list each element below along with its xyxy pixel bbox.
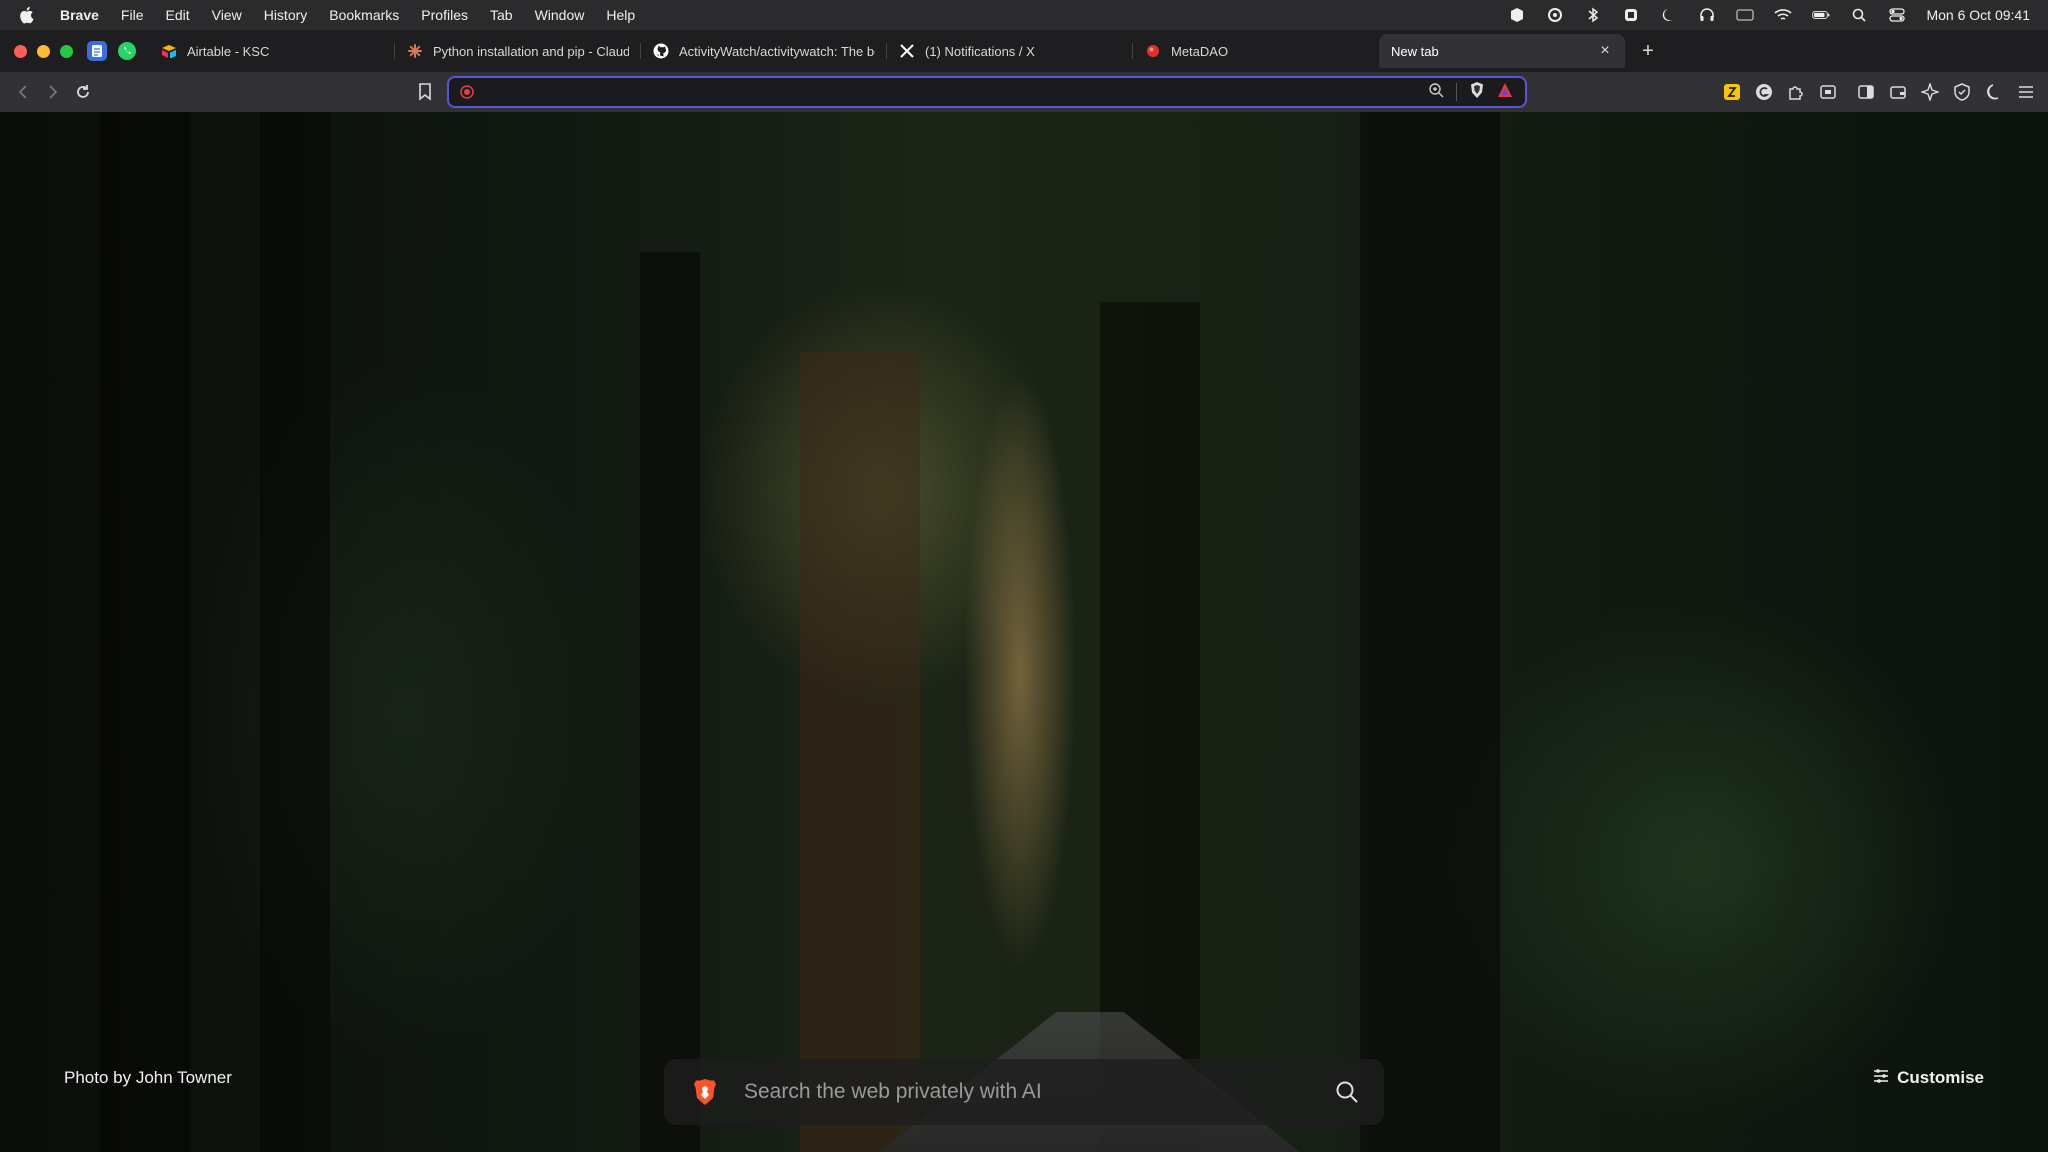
background-photo bbox=[0, 112, 2048, 1152]
pinned-docs-icon[interactable] bbox=[87, 41, 107, 61]
back-arrow-icon[interactable] bbox=[8, 77, 38, 107]
github-icon bbox=[653, 43, 669, 59]
menu-profiles[interactable]: Profiles bbox=[421, 7, 468, 23]
photo-credit[interactable]: Photo by John Towner bbox=[64, 1068, 232, 1088]
tab-label: Python installation and pip - Claude bbox=[433, 43, 629, 59]
extension-g-icon[interactable] bbox=[1754, 82, 1774, 102]
airtable-icon bbox=[161, 43, 177, 59]
apple-icon[interactable] bbox=[18, 6, 40, 24]
menu-edit[interactable]: Edit bbox=[165, 7, 189, 23]
wallet-icon[interactable] bbox=[1888, 82, 1908, 102]
claude-icon bbox=[407, 43, 423, 59]
tab-label: (1) Notifications / X bbox=[925, 43, 1035, 59]
pinned-tabs bbox=[87, 41, 137, 61]
menu-file[interactable]: File bbox=[121, 7, 144, 23]
menu-app-name[interactable]: Brave bbox=[60, 7, 99, 23]
tab-github[interactable]: ActivityWatch/activitywatch: The best bbox=[641, 34, 887, 68]
customise-label: Customise bbox=[1897, 1068, 1984, 1087]
minimize-window-button[interactable] bbox=[37, 44, 50, 58]
extensions-area bbox=[1722, 77, 2036, 107]
stop-icon[interactable] bbox=[1622, 6, 1640, 24]
address-bar[interactable] bbox=[447, 76, 1527, 108]
close-window-button[interactable] bbox=[14, 44, 27, 58]
spotlight-search-icon[interactable] bbox=[1850, 6, 1868, 24]
sliders-icon bbox=[1873, 1068, 1889, 1089]
menu-view[interactable]: View bbox=[212, 7, 242, 23]
tab-new-tab[interactable]: New tab × bbox=[1379, 34, 1625, 68]
brave-search-icon bbox=[457, 84, 477, 100]
leo-ai-icon[interactable] bbox=[1920, 82, 1940, 102]
puzzle-extensions-icon[interactable] bbox=[1786, 82, 1806, 102]
reload-icon[interactable] bbox=[68, 77, 98, 107]
sidebar-toggle-icon[interactable] bbox=[1856, 82, 1876, 102]
tab-label: New tab bbox=[1391, 43, 1439, 59]
pinned-whatsapp-icon[interactable] bbox=[117, 41, 137, 61]
tab-label: MetaDAO bbox=[1171, 43, 1229, 59]
keyboard-icon[interactable] bbox=[1736, 6, 1755, 24]
vpn-shield-icon[interactable] bbox=[1952, 82, 1972, 102]
metadao-icon bbox=[1145, 43, 1161, 59]
brave-lion-icon bbox=[692, 1078, 718, 1106]
customise-button[interactable]: Customise bbox=[1873, 1066, 1984, 1090]
x-icon bbox=[899, 43, 915, 59]
menu-bookmarks[interactable]: Bookmarks bbox=[329, 7, 399, 23]
menubar-clock[interactable]: Mon 6 Oct 09:41 bbox=[1926, 7, 2030, 23]
night-mode-icon[interactable] bbox=[1984, 82, 2004, 102]
menu-help[interactable]: Help bbox=[606, 7, 635, 23]
menubar-status-area: Mon 6 Oct 09:41 bbox=[1508, 0, 2030, 30]
search-placeholder[interactable]: Search the web privately with AI bbox=[744, 1080, 1332, 1104]
extension-yellow-icon[interactable] bbox=[1722, 82, 1742, 102]
zoom-icon[interactable] bbox=[1428, 82, 1444, 103]
tab-label: Airtable - KSC bbox=[187, 43, 270, 59]
moon-icon[interactable] bbox=[1660, 6, 1678, 24]
forward-arrow-icon[interactable] bbox=[38, 77, 68, 107]
brave-shields-icon[interactable] bbox=[1469, 81, 1485, 104]
at-sign-icon[interactable] bbox=[1546, 6, 1564, 24]
menu-window[interactable]: Window bbox=[535, 7, 585, 23]
tab-metadao[interactable]: MetaDAO bbox=[1133, 34, 1379, 68]
bookmark-icon[interactable] bbox=[410, 77, 440, 107]
close-tab-icon[interactable]: × bbox=[1597, 42, 1613, 60]
brave-rewards-icon[interactable] bbox=[1497, 82, 1513, 103]
wifi-icon[interactable] bbox=[1774, 6, 1793, 24]
tab-label: ActivityWatch/activitywatch: The best bbox=[679, 43, 875, 59]
menu-history[interactable]: History bbox=[264, 7, 308, 23]
tab-strip: Airtable - KSC Python installation and p… bbox=[0, 30, 2048, 72]
headphones-icon[interactable] bbox=[1698, 6, 1716, 24]
new-tab-button[interactable]: + bbox=[1633, 40, 1663, 63]
tab-claude[interactable]: Python installation and pip - Claude bbox=[395, 34, 641, 68]
newtab-search-box[interactable]: Search the web privately with AI bbox=[664, 1059, 1384, 1125]
browser-toolbar bbox=[0, 72, 2048, 112]
hamburger-menu-icon[interactable] bbox=[2016, 82, 2036, 102]
screenshot-icon[interactable] bbox=[1818, 82, 1838, 102]
bluetooth-icon[interactable] bbox=[1584, 6, 1602, 24]
battery-icon[interactable] bbox=[1812, 6, 1830, 24]
box-icon[interactable] bbox=[1508, 6, 1526, 24]
search-icon[interactable] bbox=[1332, 1077, 1362, 1107]
tab-airtable[interactable]: Airtable - KSC bbox=[149, 34, 395, 68]
macos-menubar: Brave File Edit View History Bookmarks P… bbox=[0, 0, 2048, 30]
zoom-window-button[interactable] bbox=[60, 44, 73, 58]
tab-x-notifications[interactable]: (1) Notifications / X bbox=[887, 34, 1133, 68]
address-input[interactable] bbox=[487, 84, 1428, 100]
control-center-icon[interactable] bbox=[1888, 6, 1906, 24]
window-controls bbox=[14, 44, 73, 58]
menu-tab[interactable]: Tab bbox=[490, 7, 513, 23]
